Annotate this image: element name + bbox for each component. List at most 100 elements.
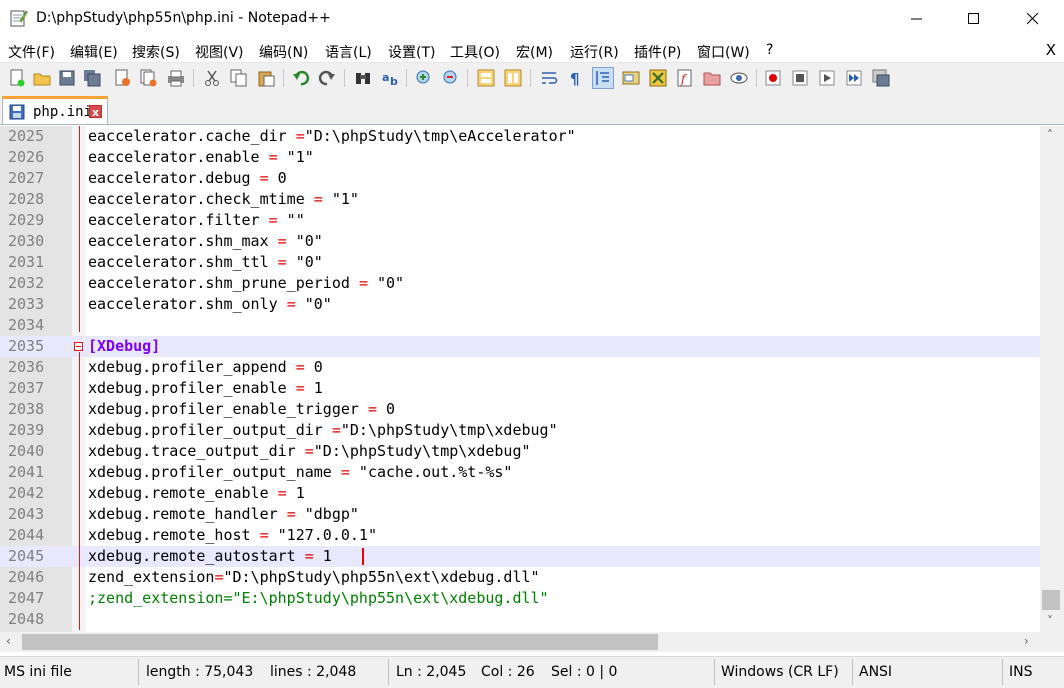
function-list-button[interactable]: f [674, 67, 696, 89]
user-language-button[interactable] [620, 67, 642, 89]
paste-button[interactable] [255, 67, 277, 89]
editor-area[interactable]: 2025 eaccelerator.cache_dir ="D:\phpStudy… [0, 126, 1040, 632]
sync-horizontal-button[interactable] [502, 67, 524, 89]
menu-view[interactable]: 视图(V) [195, 42, 244, 62]
scroll-down-icon[interactable]: ˅ [1047, 614, 1053, 628]
code-line[interactable]: 2042 xdebug.remote_enable = 1 [0, 483, 1040, 504]
minimize-button[interactable] [888, 0, 946, 38]
maximize-button[interactable] [945, 0, 1003, 38]
zoom-in-button[interactable] [413, 67, 435, 89]
status-selection: Sel : 0 | 0 [551, 664, 618, 680]
tab-php-ini[interactable]: php.ini x [2, 96, 108, 124]
vertical-scroll-thumb[interactable] [1042, 590, 1060, 610]
show-all-chars-button[interactable]: ¶ [564, 67, 586, 89]
menu-plugins[interactable]: 插件(P) [634, 42, 681, 62]
horizontal-scrollbar[interactable]: ‹ › [0, 632, 1040, 652]
run-macro-multiple-button[interactable] [843, 67, 865, 89]
play-macro-button[interactable] [816, 67, 838, 89]
copy-button[interactable] [228, 67, 250, 89]
code-line[interactable]: 2026 eaccelerator.enable = "1" [0, 147, 1040, 168]
redo-button[interactable] [316, 67, 338, 89]
menu-language[interactable]: 语言(L) [325, 42, 372, 62]
code-line[interactable]: 2044 xdebug.remote_host = "127.0.0.1" [0, 525, 1040, 546]
fold-collapse-icon[interactable] [74, 342, 83, 351]
line-text: eaccelerator.debug = 0 [88, 169, 287, 187]
code-line[interactable]: 2027 eaccelerator.debug = 0 [0, 168, 1040, 189]
code-line[interactable]: 2033 eaccelerator.shm_only = "0" [0, 294, 1040, 315]
line-text: zend_extension="D:\phpStudy\php55n\ext\x… [88, 568, 540, 586]
close-file-button[interactable] [111, 67, 133, 89]
line-number: 2026 [8, 148, 45, 166]
tab-close-button[interactable]: x [89, 105, 102, 119]
code-line[interactable]: 2038 xdebug.profiler_enable_trigger = 0 [0, 399, 1040, 420]
menu-edit[interactable]: 编辑(E) [70, 42, 118, 62]
save-all-icon [84, 70, 101, 87]
new-file-icon [10, 69, 25, 87]
menu-tools[interactable]: 工具(O) [450, 42, 500, 62]
code-line[interactable]: 2041 xdebug.profiler_output_name = "cache… [0, 462, 1040, 483]
find-button[interactable] [352, 67, 374, 89]
doc-map-button[interactable] [647, 67, 669, 89]
line-text: xdebug.remote_enable = 1 [88, 484, 305, 502]
code-line[interactable]: 2043 xdebug.remote_handler = "dbgp" [0, 504, 1040, 525]
record-macro-button[interactable] [762, 67, 784, 89]
menu-help[interactable]: ? [766, 42, 773, 58]
code-line[interactable]: 2040 xdebug.trace_output_dir ="D:\phpStud… [0, 441, 1040, 462]
close-document-menu-button[interactable]: X [1046, 41, 1056, 59]
save-macro-button[interactable] [870, 67, 892, 89]
code-line[interactable]: 2045 xdebug.remote_autostart = 1 [0, 546, 1040, 567]
open-file-button[interactable] [31, 67, 53, 89]
svg-text:a: a [382, 71, 389, 84]
undo-button[interactable] [290, 67, 312, 89]
word-wrap-button[interactable] [538, 67, 560, 89]
code-line[interactable]: 2030 eaccelerator.shm_max = "0" [0, 231, 1040, 252]
code-line[interactable]: 2035 [XDebug] [0, 336, 1040, 357]
menu-run[interactable]: 运行(R) [570, 42, 619, 62]
vertical-scrollbar[interactable]: ˄ ˅ [1040, 126, 1064, 632]
save-button[interactable] [56, 67, 78, 89]
indent-guide-button[interactable] [592, 67, 614, 89]
menu-encoding[interactable]: 编码(N) [259, 42, 308, 62]
line-number: 2043 [8, 505, 45, 523]
save-all-button[interactable] [81, 67, 103, 89]
zoom-out-button[interactable] [440, 67, 462, 89]
folder-workspace-button[interactable] [701, 67, 723, 89]
code-line[interactable]: 2037 xdebug.profiler_enable = 1 [0, 378, 1040, 399]
code-line[interactable]: 2039 xdebug.profiler_output_dir ="D:\phpS… [0, 420, 1040, 441]
menu-file[interactable]: 文件(F) [8, 42, 55, 62]
code-line[interactable]: 2029 eaccelerator.filter = "" [0, 210, 1040, 231]
scroll-right-icon[interactable]: › [1024, 634, 1029, 648]
replace-button[interactable]: ab [379, 67, 401, 89]
code-line[interactable]: 2046 zend_extension="D:\phpStudy\php55n\e… [0, 567, 1040, 588]
code-line[interactable]: 2034 [0, 315, 1040, 336]
svg-text:b: b [390, 75, 398, 87]
scroll-left-icon[interactable]: ‹ [6, 634, 11, 648]
code-line[interactable]: 2047 ;zend_extension="E:\phpStudy\php55n\… [0, 588, 1040, 609]
monitoring-button[interactable] [728, 67, 750, 89]
menu-window[interactable]: 窗口(W) [697, 42, 750, 62]
close-all-button[interactable] [137, 67, 159, 89]
zoom-out-icon [443, 70, 457, 84]
menu-macro[interactable]: 宏(M) [516, 42, 553, 62]
code-line[interactable]: 2028 eaccelerator.check_mtime = "1" [0, 189, 1040, 210]
menu-settings[interactable]: 设置(T) [388, 42, 435, 62]
new-file-button[interactable] [6, 67, 28, 89]
horizontal-scroll-thumb[interactable] [22, 634, 658, 650]
save-icon [59, 70, 75, 86]
sync-vertical-button[interactable] [475, 67, 497, 89]
line-text: xdebug.profiler_enable = 1 [88, 379, 323, 397]
line-text: xdebug.profiler_output_dir ="D:\phpStudy… [88, 421, 558, 439]
print-button[interactable] [165, 67, 187, 89]
code-line[interactable]: 2025 eaccelerator.cache_dir ="D:\phpStudy… [0, 126, 1040, 147]
scroll-up-icon[interactable]: ˄ [1047, 128, 1053, 142]
code-line[interactable]: 2032 eaccelerator.shm_prune_period = "0" [0, 273, 1040, 294]
menu-search[interactable]: 搜索(S) [132, 42, 180, 62]
sync-vertical-icon [477, 69, 495, 87]
code-line[interactable]: 2048 [0, 609, 1040, 630]
code-line[interactable]: 2036 xdebug.profiler_append = 0 [0, 357, 1040, 378]
tab-label: php.ini [33, 104, 93, 120]
stop-macro-button[interactable] [789, 67, 811, 89]
close-window-button[interactable] [1004, 0, 1062, 38]
code-line[interactable]: 2031 eaccelerator.shm_ttl = "0" [0, 252, 1040, 273]
cut-button[interactable] [201, 67, 223, 89]
